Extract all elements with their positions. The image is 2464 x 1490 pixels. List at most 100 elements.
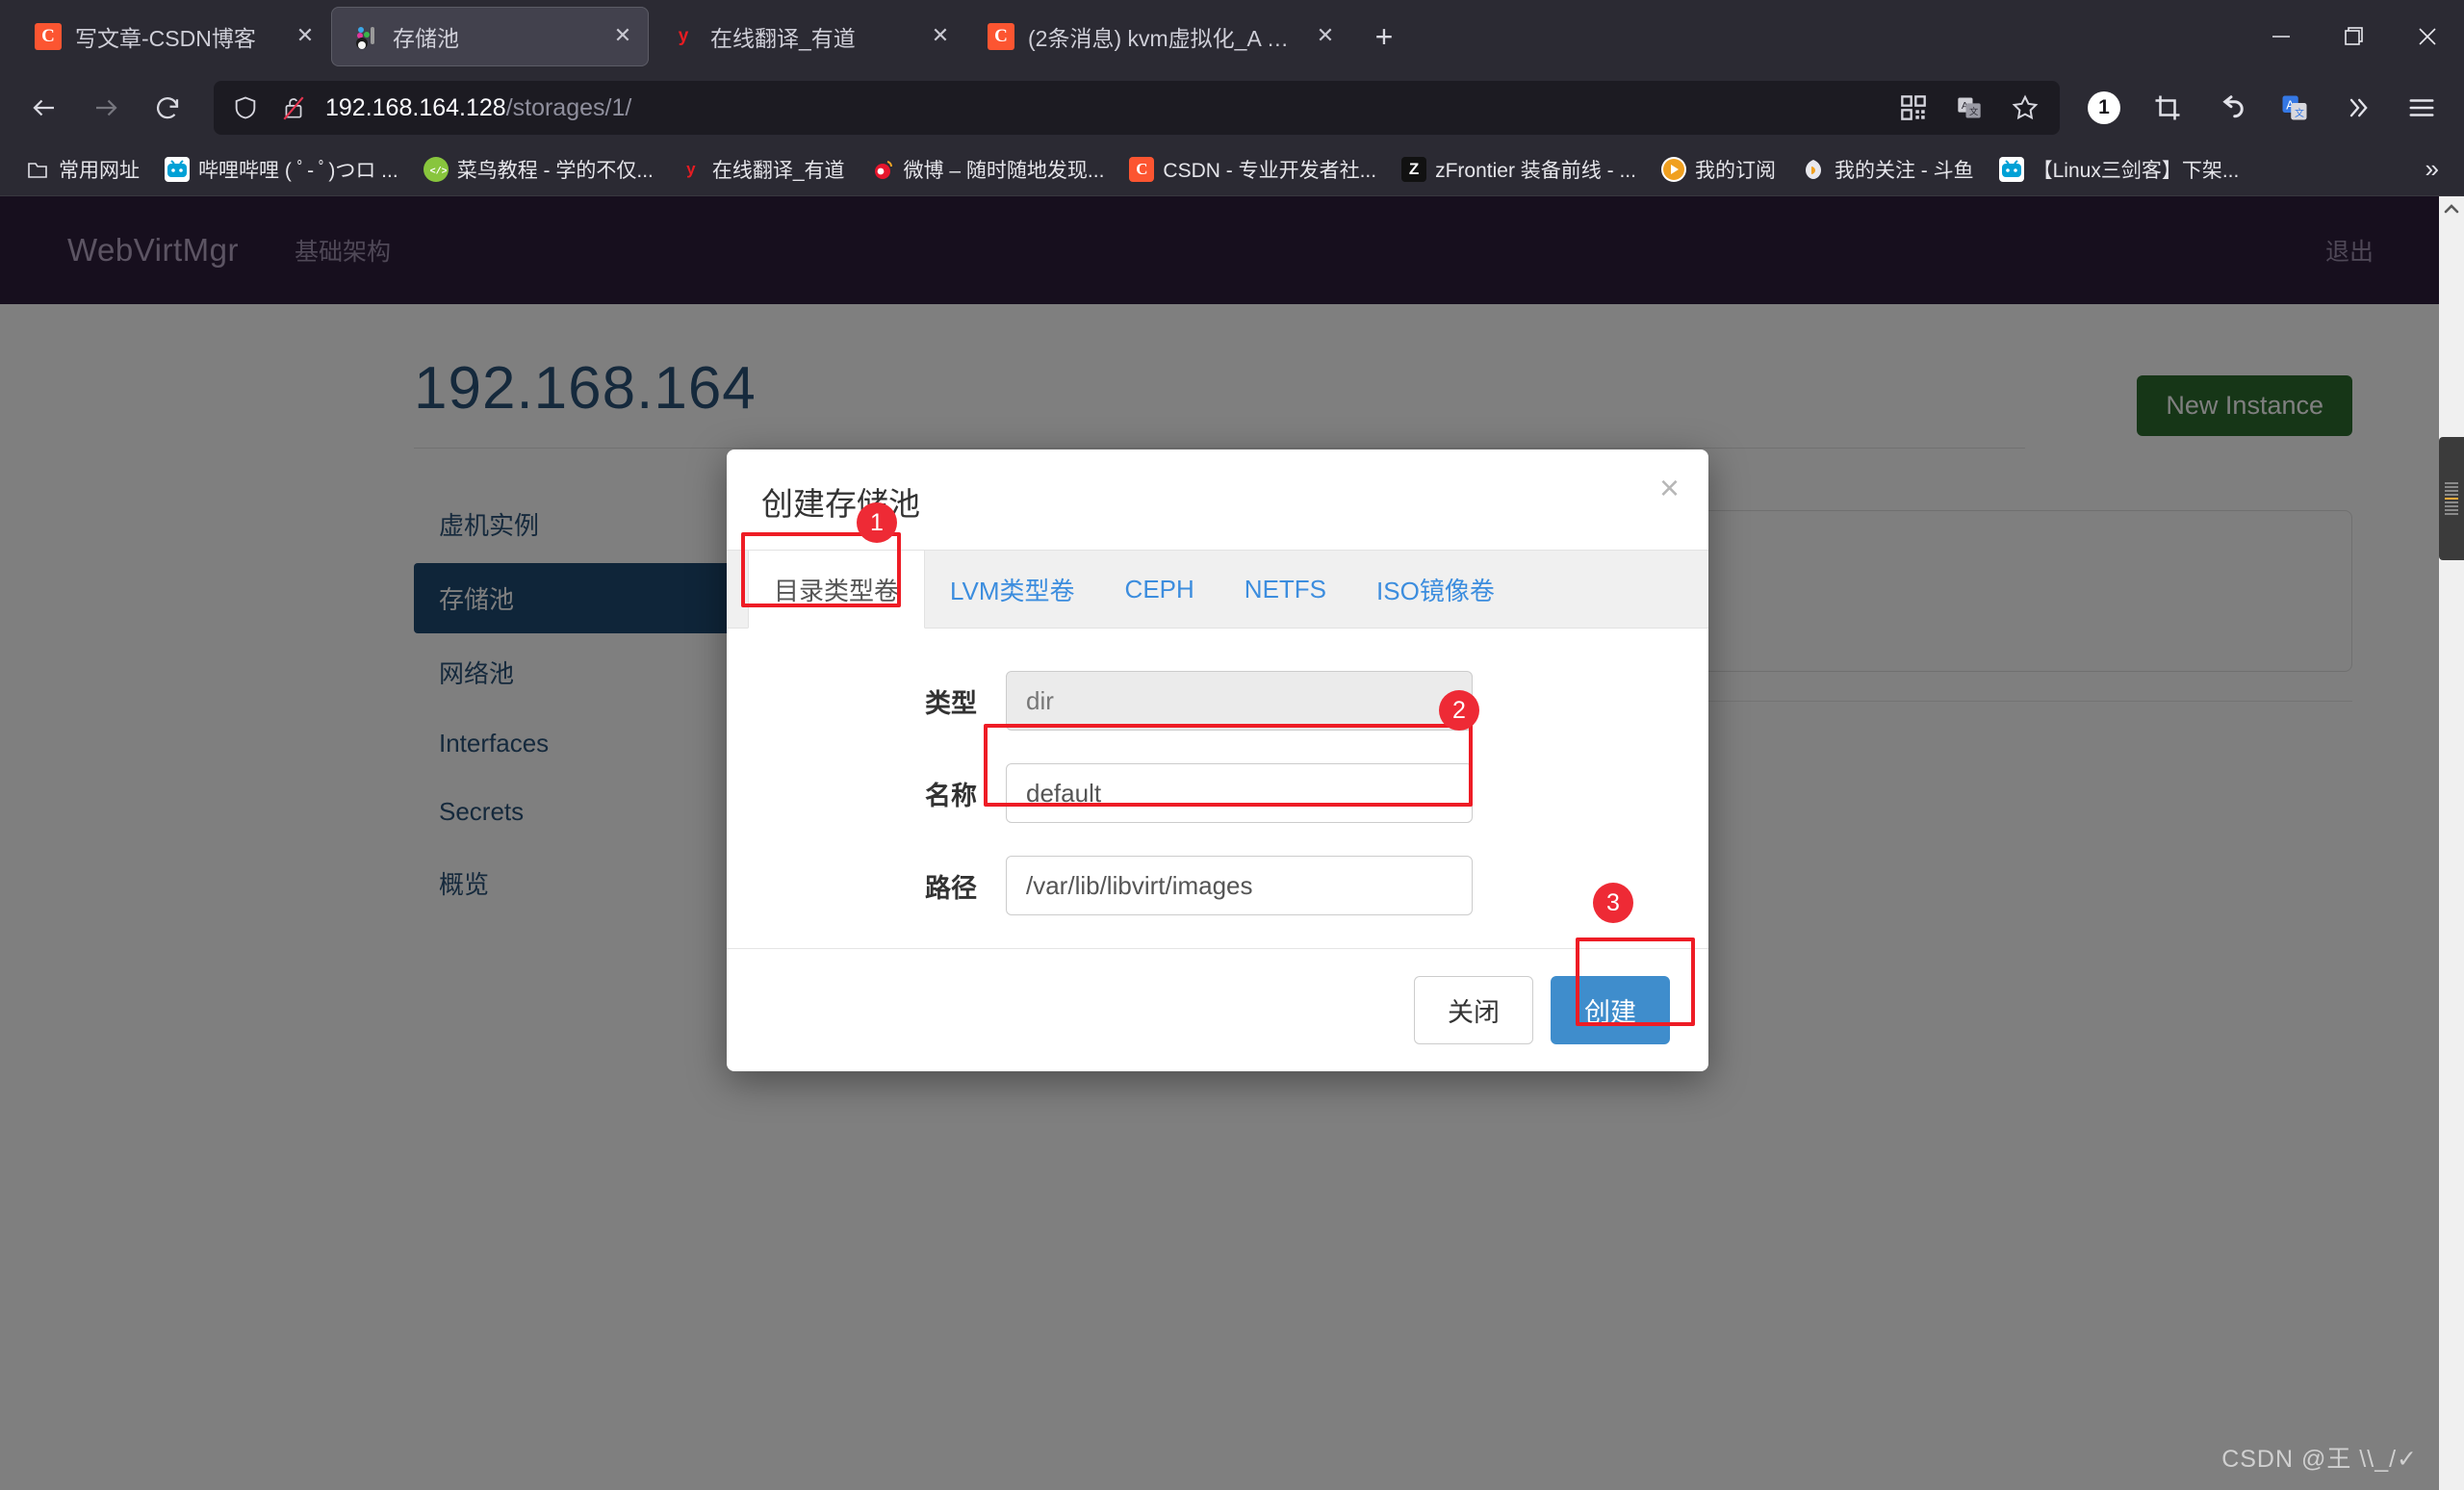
widget-line	[2445, 501, 2458, 503]
tab-ceph[interactable]: CEPH	[1100, 551, 1219, 628]
minimize-icon[interactable]	[2245, 0, 2318, 73]
tab-dir-volume[interactable]: 目录类型卷	[748, 551, 926, 629]
scroll-position-widget[interactable]	[2439, 437, 2464, 560]
widget-line	[2445, 513, 2458, 515]
field-row-name: 名称	[727, 763, 1708, 823]
runoob-icon: </>	[423, 156, 449, 182]
type-field[interactable]	[1006, 671, 1473, 731]
bookmark-item[interactable]: 微博 – 随时随地发现...	[860, 149, 1115, 190]
bookmark-item[interactable]: C CSDN - 专业开发者社...	[1119, 149, 1386, 190]
overflow-chevrons-icon[interactable]	[2333, 83, 2383, 133]
bookmark-label: CSDN - 专业开发者社...	[1163, 159, 1377, 182]
url-text: 192.168.164.128/storages/1/	[325, 94, 631, 122]
notification-badge[interactable]: 1	[2079, 83, 2129, 133]
translate-page-icon[interactable]: A 文	[1950, 89, 1989, 127]
field-row-path: 路径	[727, 856, 1708, 915]
douyu-icon	[1801, 157, 1826, 182]
create-button[interactable]: 创建	[1551, 976, 1670, 1044]
close-icon[interactable]	[2391, 0, 2464, 73]
reload-icon[interactable]	[141, 81, 194, 135]
field-label-name: 名称	[925, 781, 977, 810]
path-field[interactable]	[1006, 856, 1473, 915]
dialog-body: 类型 名称 路径	[727, 629, 1708, 948]
bookmark-item[interactable]: 【Linux三剑客】下架...	[1989, 149, 2249, 190]
csdn-icon: C	[35, 23, 62, 50]
new-tab-button[interactable]: +	[1361, 13, 1407, 60]
forward-arrow-icon[interactable]	[79, 81, 133, 135]
address-bar[interactable]: 192.168.164.128/storages/1/ A 文	[214, 81, 2060, 135]
annotation-badge-3: 3	[1593, 883, 1633, 923]
scroll-up-arrow-icon[interactable]	[2439, 196, 2464, 221]
bilibili-icon	[165, 156, 190, 182]
tab-strip: C 写文章-CSDN博客 ✕ 存储池 ✕ y 在线翻译_有道 ✕ C (2条消息…	[0, 0, 2464, 73]
qr-code-icon[interactable]	[1894, 89, 1933, 127]
tab-close-button[interactable]: ✕	[293, 24, 318, 49]
vertical-scrollbar[interactable]	[2439, 196, 2464, 1490]
field-row-type: 类型	[727, 671, 1708, 731]
bookmarks-overflow-icon[interactable]: »	[2416, 154, 2449, 184]
bookmark-label: 常用网址	[59, 159, 140, 182]
bookmark-star-icon[interactable]	[2006, 89, 2044, 127]
screenshot-crop-icon[interactable]	[2143, 83, 2193, 133]
name-field[interactable]	[1006, 763, 1473, 823]
tab-title: 写文章-CSDN博客	[75, 26, 256, 51]
bookmark-item[interactable]: 哔哩哔哩 ( ﾟ- ﾟ)つロ ...	[155, 149, 408, 190]
browser-tab-1[interactable]: C 写文章-CSDN博客 ✕	[13, 7, 331, 66]
tab-close-button[interactable]: ✕	[610, 24, 635, 49]
tab-close-button[interactable]: ✕	[928, 24, 953, 49]
browser-tab-3[interactable]: y 在线翻译_有道 ✕	[649, 7, 966, 66]
tab-iso-image[interactable]: ISO镜像卷	[1351, 551, 1520, 628]
bookmark-item[interactable]: 我的订阅	[1652, 149, 1785, 190]
browser-tab-4[interactable]: C (2条消息) kvm虚拟化_A panac ✕	[966, 7, 1351, 66]
address-bar-actions: A 文	[1894, 89, 2044, 127]
bookmark-label: 在线翻译_有道	[711, 159, 845, 182]
bookmark-item[interactable]: y 在线翻译_有道	[669, 149, 855, 190]
window-controls	[2245, 0, 2464, 73]
bookmark-item[interactable]: 常用网址	[15, 149, 149, 190]
translate-extension-icon[interactable]: A 文	[2270, 83, 2320, 133]
weibo-icon	[870, 157, 895, 182]
widget-line	[2445, 486, 2458, 488]
tab-title: 在线翻译_有道	[710, 26, 856, 51]
widget-line	[2445, 509, 2458, 511]
field-label-path: 路径	[925, 873, 977, 903]
bookmark-label: 微博 – 随时随地发现...	[903, 159, 1105, 182]
web-content: WebVirtMgr 基础架构 退出 192.168.164 虚机实例 存储池 …	[0, 196, 2464, 1490]
navigation-toolbar: 192.168.164.128/storages/1/ A 文 1 A 文	[0, 73, 2464, 142]
toolbar-extensions: 1 A 文	[2079, 83, 2447, 133]
bilibili-icon	[1998, 156, 2024, 182]
lock-broken-icon[interactable]	[277, 91, 310, 124]
bookmark-label: 我的订阅	[1694, 159, 1776, 182]
tab-title: 存储池	[393, 26, 459, 51]
bookmark-item[interactable]: Z zFrontier 装备前线 - ...	[1392, 149, 1646, 190]
shield-icon[interactable]	[229, 91, 262, 124]
badge-count: 1	[2088, 91, 2120, 124]
close-icon[interactable]: ×	[1659, 471, 1680, 505]
browser-window: C 写文章-CSDN博客 ✕ 存储池 ✕ y 在线翻译_有道 ✕ C (2条消息…	[0, 0, 2464, 1490]
bookmarks-bar: 常用网址 哔哩哔哩 ( ﾟ- ﾟ)つロ ... </> 菜鸟教程 - 学的不仅.…	[0, 142, 2464, 196]
watermark: CSDN @王 \\_/✓	[2221, 1446, 2418, 1473]
bookmark-label: zFrontier 装备前线 - ...	[1435, 159, 1636, 182]
undo-icon[interactable]	[2206, 83, 2256, 133]
bookmark-item[interactable]: </> 菜鸟教程 - 学的不仅...	[414, 149, 663, 190]
browser-tab-2-active[interactable]: 存储池 ✕	[331, 7, 649, 66]
tab-lvm-volume[interactable]: LVM类型卷	[925, 551, 1100, 628]
url-host: 192.168.164.128	[325, 93, 506, 121]
linux-icon	[352, 23, 379, 50]
field-label-type: 类型	[925, 688, 977, 718]
bookmark-item[interactable]: 我的关注 - 斗鱼	[1791, 149, 1984, 190]
subscribe-icon	[1660, 156, 1686, 182]
hamburger-menu-icon[interactable]	[2397, 83, 2447, 133]
maximize-icon[interactable]	[2318, 0, 2391, 73]
back-arrow-icon[interactable]	[17, 81, 71, 135]
bookmark-label: 菜鸟教程 - 学的不仅...	[456, 159, 654, 182]
tab-title: (2条消息) kvm虚拟化_A panac	[1028, 26, 1299, 51]
dialog-footer: 关闭 创建	[727, 948, 1708, 1071]
bookmark-label: 【Linux三剑客】下架...	[2032, 159, 2240, 182]
widget-line	[2445, 494, 2458, 496]
close-button[interactable]: 关闭	[1414, 976, 1533, 1044]
youdao-icon: y	[678, 26, 689, 46]
tab-close-button[interactable]: ✕	[1313, 24, 1338, 49]
annotation-badge-1: 1	[857, 502, 897, 543]
tab-netfs[interactable]: NETFS	[1219, 551, 1351, 628]
